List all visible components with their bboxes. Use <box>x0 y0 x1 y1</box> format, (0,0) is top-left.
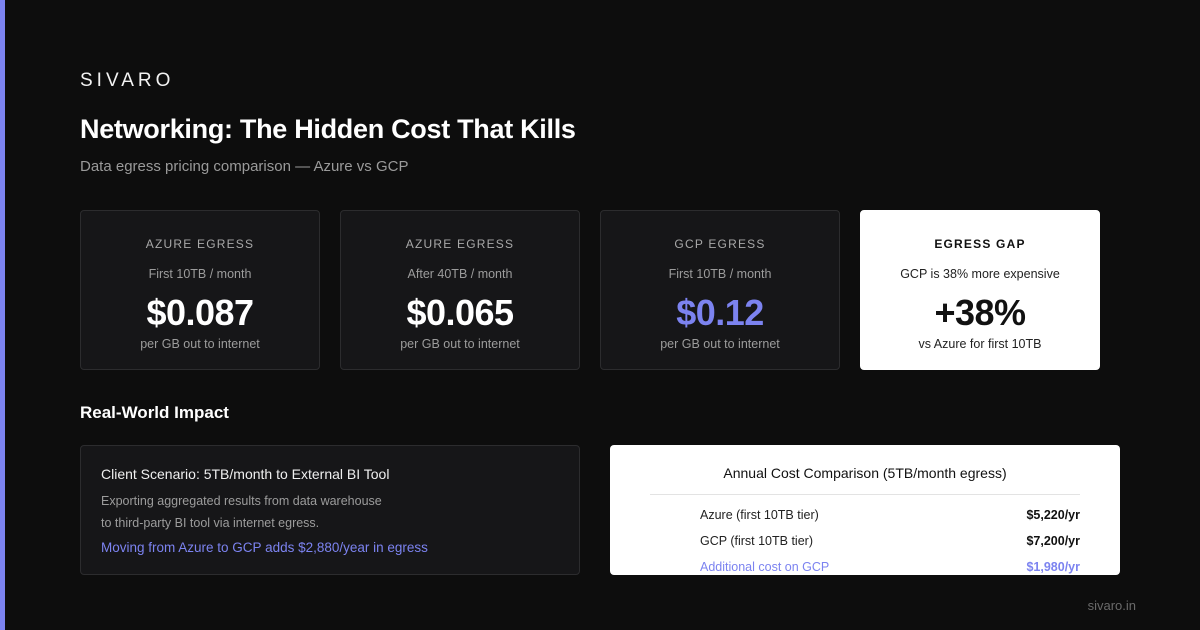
divider <box>650 494 1080 495</box>
comparison-title: Annual Cost Comparison (5TB/month egress… <box>723 465 1007 481</box>
comparison-row-additional: Additional cost on GCP $1,980/yr <box>700 560 1080 574</box>
section-title: Real-World Impact <box>80 403 229 422</box>
card-note: vs Azure for first 10TB <box>918 337 1042 351</box>
scenario-desc-line: Exporting aggregated results from data w… <box>101 494 382 508</box>
card-note: per GB out to internet <box>140 337 260 351</box>
card-sub: First 10TB / month <box>668 267 772 281</box>
card-value: $0.087 <box>146 292 254 333</box>
footer-url[interactable]: sivaro.in <box>1088 598 1136 613</box>
card-label: EGRESS GAP <box>934 237 1026 251</box>
scenario-title: Client Scenario: 5TB/month to External B… <box>101 466 390 482</box>
page-subtitle: Data egress pricing comparison — Azure v… <box>80 158 409 175</box>
client-scenario-panel: Client Scenario: 5TB/month to External B… <box>80 445 580 575</box>
row-label: Additional cost on GCP <box>700 560 830 574</box>
page-title: Networking: The Hidden Cost That Kills <box>80 114 576 144</box>
pricing-cards: AZURE EGRESS First 10TB / month $0.087 p… <box>80 210 1100 370</box>
card-value: +38% <box>934 292 1026 333</box>
scenario-highlight: Moving from Azure to GCP adds $2,880/yea… <box>101 540 428 555</box>
gcp-egress-card: GCP EGRESS First 10TB / month $0.12 per … <box>600 210 840 370</box>
card-value: $0.12 <box>676 292 764 333</box>
azure-egress-first-tier-card: AZURE EGRESS First 10TB / month $0.087 p… <box>80 210 320 370</box>
brand-logo: SIVARO <box>80 70 175 91</box>
row-amount: $1,980/yr <box>1026 560 1080 574</box>
card-note: per GB out to internet <box>660 337 780 351</box>
azure-egress-after-tier-card: AZURE EGRESS After 40TB / month $0.065 p… <box>340 210 580 370</box>
row-amount: $5,220/yr <box>1026 508 1080 522</box>
card-label: AZURE EGRESS <box>145 237 255 251</box>
scenario-description: Exporting aggregated results from data w… <box>101 490 559 534</box>
annual-cost-comparison-panel: Annual Cost Comparison (5TB/month egress… <box>610 445 1120 575</box>
card-value: $0.065 <box>406 292 514 333</box>
scenario-desc-line: to third-party BI tool via internet egre… <box>101 516 320 530</box>
card-label: GCP EGRESS <box>674 237 766 251</box>
row-amount: $7,200/yr <box>1026 534 1080 548</box>
accent-bar <box>0 0 5 630</box>
comparison-row: Azure (first 10TB tier) $5,220/yr <box>700 508 1080 522</box>
card-note: per GB out to internet <box>400 337 520 351</box>
row-label: Azure (first 10TB tier) <box>700 508 819 522</box>
card-sub: After 40TB / month <box>407 267 513 281</box>
comparison-row: GCP (first 10TB tier) $7,200/yr <box>700 534 1080 548</box>
row-label: GCP (first 10TB tier) <box>700 534 813 548</box>
egress-gap-card: EGRESS GAP GCP is 38% more expensive +38… <box>860 210 1100 370</box>
card-label: AZURE EGRESS <box>405 237 515 251</box>
card-sub: First 10TB / month <box>148 267 252 281</box>
card-sub: GCP is 38% more expensive <box>900 267 1060 281</box>
